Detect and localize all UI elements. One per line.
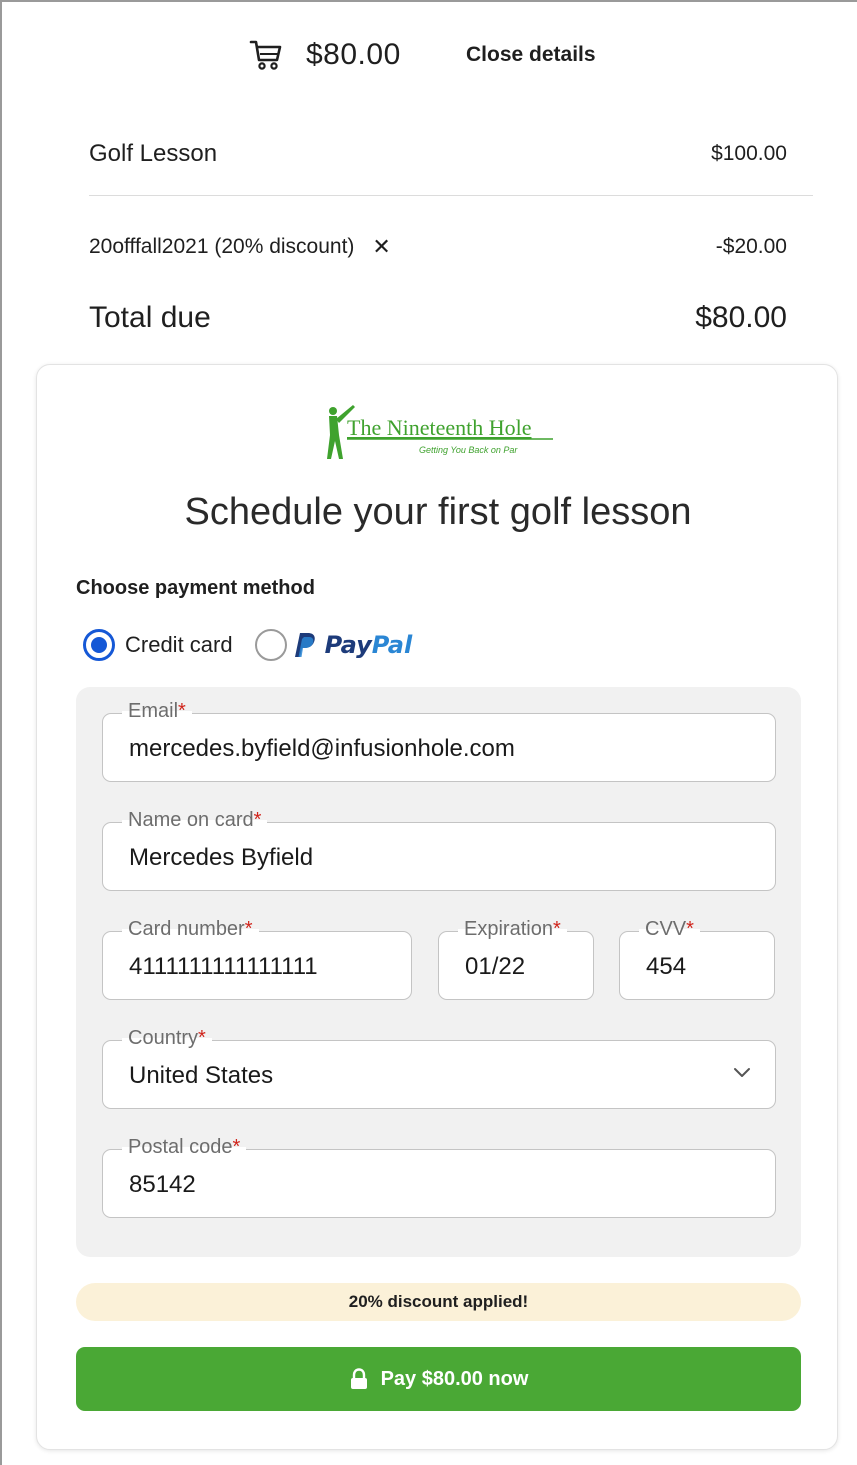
radio-dot xyxy=(91,637,107,653)
required-mark: * xyxy=(253,809,262,831)
discount-applied-banner: 20% discount applied! xyxy=(76,1283,801,1321)
paypal-icon xyxy=(294,633,315,657)
email-field-label: Email* xyxy=(122,699,192,723)
paypal-pal-text: Pal xyxy=(371,631,413,659)
name-field-label: Name on card* xyxy=(122,808,268,832)
postal-value[interactable]: 85142 xyxy=(129,1171,196,1199)
cvv-field[interactable]: CVV* 454 xyxy=(619,917,775,1000)
logo-tagline: Getting You Back on Par xyxy=(419,445,518,455)
required-mark: * xyxy=(232,1136,241,1158)
card-number-label-text: Card number xyxy=(128,918,245,940)
email-label-text: Email xyxy=(128,700,179,722)
expiration-field[interactable]: Expiration* 01/22 xyxy=(438,917,594,1000)
pay-button-label[interactable]: Pay $80.00 now xyxy=(381,1368,529,1391)
card-number-value[interactable]: 4111111111111111 xyxy=(129,953,318,981)
card-number-field[interactable]: Card number* 4111111111111111 xyxy=(102,917,412,1000)
payment-method-options: Credit card PayPal xyxy=(83,627,412,663)
total-row: Total due $80.00 xyxy=(89,298,787,338)
product-price: $100.00 xyxy=(711,142,787,165)
name-value[interactable]: Mercedes Byfield xyxy=(129,844,313,872)
discount-code-label: 20offfall2021 (20% discount) ✕ xyxy=(89,234,391,260)
close-details-link[interactable]: Close details xyxy=(466,43,596,67)
paypal-pay-text: Pay xyxy=(324,631,372,659)
window-frame-left xyxy=(0,0,2,1465)
expiration-value[interactable]: 01/22 xyxy=(465,953,525,981)
product-name: Golf Lesson xyxy=(89,140,218,167)
card-number-field-label: Card number* xyxy=(122,917,259,941)
payment-method-label: Choose payment method xyxy=(76,577,315,599)
discount-code-text: 20offfall2021 (20% discount) xyxy=(89,235,355,258)
credit-card-radio[interactable] xyxy=(83,629,115,661)
paypal-radio[interactable] xyxy=(254,629,287,661)
country-label-text: Country xyxy=(128,1027,199,1049)
cart-icon xyxy=(249,40,282,70)
paypal-wordmark: PayPal xyxy=(325,631,413,659)
form-title: Schedule your first golf lesson xyxy=(184,491,692,533)
email-field[interactable]: Email* mercedes.byfield@infusionhole.com xyxy=(102,699,776,782)
required-mark: * xyxy=(178,700,186,722)
postal-field-label: Postal code* xyxy=(122,1135,247,1159)
pay-now-button[interactable]: Pay $80.00 now xyxy=(76,1347,801,1411)
window-frame-top xyxy=(0,0,857,2)
name-on-card-field[interactable]: Name on card* Mercedes Byfield xyxy=(102,808,776,891)
cvv-label-text: CVV xyxy=(645,918,687,940)
required-mark: * xyxy=(686,918,694,940)
total-amount: $80.00 xyxy=(695,301,787,334)
expiration-label-text: Expiration xyxy=(464,918,553,940)
logo-name: The Nineteenth Hole xyxy=(347,415,532,440)
email-value[interactable]: mercedes.byfield@infusionhole.com xyxy=(129,735,515,763)
chevron-down-icon[interactable] xyxy=(733,1067,751,1079)
required-mark: * xyxy=(552,918,561,940)
country-select[interactable]: Country* United States xyxy=(102,1026,776,1109)
card-fields-panel: Email* mercedes.byfield@infusionhole.com… xyxy=(76,687,801,1257)
country-field-label: Country* xyxy=(122,1026,212,1050)
postal-label-text: Postal code xyxy=(128,1136,233,1158)
credit-card-label[interactable]: Credit card xyxy=(125,632,233,658)
required-mark: * xyxy=(244,918,253,940)
cvv-field-label: CVV* xyxy=(639,917,700,941)
checkout-card: The Nineteenth Hole Getting You Back on … xyxy=(36,364,838,1450)
order-summary-bar: $80.00 Close details xyxy=(0,30,857,80)
discount-row: 20offfall2021 (20% discount) ✕ -$20.00 xyxy=(89,230,787,264)
cvv-value[interactable]: 454 xyxy=(646,953,686,981)
brand-logo: The Nineteenth Hole Getting You Back on … xyxy=(327,405,553,459)
discount-amount: -$20.00 xyxy=(715,235,787,258)
summary-amount: $80.00 xyxy=(306,38,401,71)
summary-divider xyxy=(89,195,813,196)
line-item-row: Golf Lesson $100.00 xyxy=(89,137,787,171)
postal-code-field[interactable]: Postal code* 85142 xyxy=(102,1135,776,1218)
close-icon[interactable]: ✕ xyxy=(372,234,390,260)
required-mark: * xyxy=(198,1027,206,1049)
total-label: Total due xyxy=(89,301,211,334)
paypal-option[interactable]: PayPal xyxy=(294,631,413,659)
lock-icon xyxy=(350,1368,367,1389)
country-value[interactable]: United States xyxy=(129,1062,273,1090)
name-label-text: Name on card xyxy=(128,809,254,831)
expiration-field-label: Expiration* xyxy=(458,917,567,941)
